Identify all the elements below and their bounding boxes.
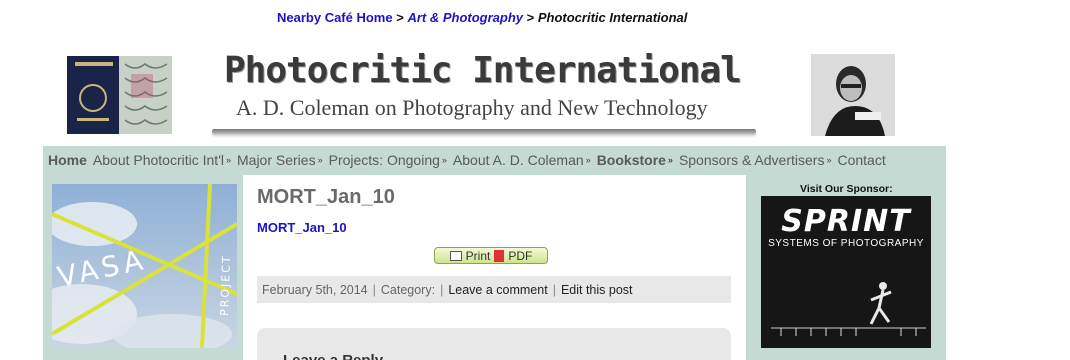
nav-sponsors[interactable]: Sponsors & Advertisers» [679,152,832,168]
header-divider [212,129,756,134]
pdf-label: PDF [508,248,533,263]
breadcrumb-separator: > [526,10,535,25]
post-content: MORT_Jan_10 MORT_Jan_10 Print PDF Februa… [243,175,746,360]
site-tagline: A. D. Coleman on Photography and New Tec… [236,95,708,120]
nav-label: Projects: Ongoing [328,152,440,168]
chevron-down-icon: » [585,155,591,165]
nav-about-photocritic[interactable]: About Photocritic Int'l» [93,152,231,168]
passport-image [67,56,172,134]
post-date: February 5th, 2014 [262,282,368,297]
attachment-link[interactable]: MORT_Jan_10 [257,220,347,235]
site-title[interactable]: Photocritic International [224,50,764,91]
reply-heading: Leave a Reply [283,352,383,360]
breadcrumb-current: Photocritic International [537,10,688,25]
sponsor-label: Visit Our Sponsor: [800,183,893,195]
nav-home[interactable]: Home [48,152,87,168]
chevron-down-icon: » [667,155,673,165]
nav-about-coleman[interactable]: About A. D. Coleman» [453,152,591,168]
chevron-down-icon: » [225,155,231,165]
vasa-sub: PROJECT [218,254,233,316]
breadcrumb-home-link[interactable]: Nearby Café Home [277,10,393,25]
pdf-icon [494,249,505,262]
chevron-down-icon: » [317,155,323,165]
breadcrumb-category-link[interactable]: Art & Photography [407,10,523,25]
nav-label: About A. D. Coleman [452,152,584,168]
author-portrait [811,54,895,136]
chevron-down-icon: » [441,155,447,165]
runner-image [771,282,926,336]
nav-major-series[interactable]: Major Series» [237,152,323,168]
edit-post-link[interactable]: Edit this post [561,283,633,297]
breadcrumb: Nearby Café Home > Art & Photography > P… [277,10,687,25]
nav-label: About Photocritic Int'l [92,152,224,168]
nav-label: Bookstore [596,152,666,168]
leave-comment-link[interactable]: Leave a comment [448,283,547,297]
vasa-project-banner[interactable]: VASA PROJECT [52,184,237,348]
chevron-down-icon: » [826,155,832,165]
print-pdf-button[interactable]: Print PDF [434,247,548,264]
printer-icon [449,250,462,261]
post-title: MORT_Jan_10 [257,186,395,208]
print-label: Print [465,248,491,263]
nav-bookstore[interactable]: Bookstore» [597,152,673,168]
nav-label: Home [48,152,87,168]
nav-contact[interactable]: Contact [837,152,885,168]
nav-label: Sponsors & Advertisers [678,152,825,168]
nav-label: Major Series [237,152,316,168]
post-meta: February 5th, 2014 | Category: | Leave a… [257,276,731,303]
breadcrumb-separator: > [396,10,404,25]
main-nav: Home About Photocritic Int'l» Major Seri… [43,146,946,174]
nav-label: Contact [837,152,886,168]
sponsor-ad[interactable]: SPRINT SYSTEMS OF PHOTOGRAPHY [761,196,931,348]
post-category: Category: [380,282,436,297]
nav-projects-ongoing[interactable]: Projects: Ongoing» [329,152,447,168]
